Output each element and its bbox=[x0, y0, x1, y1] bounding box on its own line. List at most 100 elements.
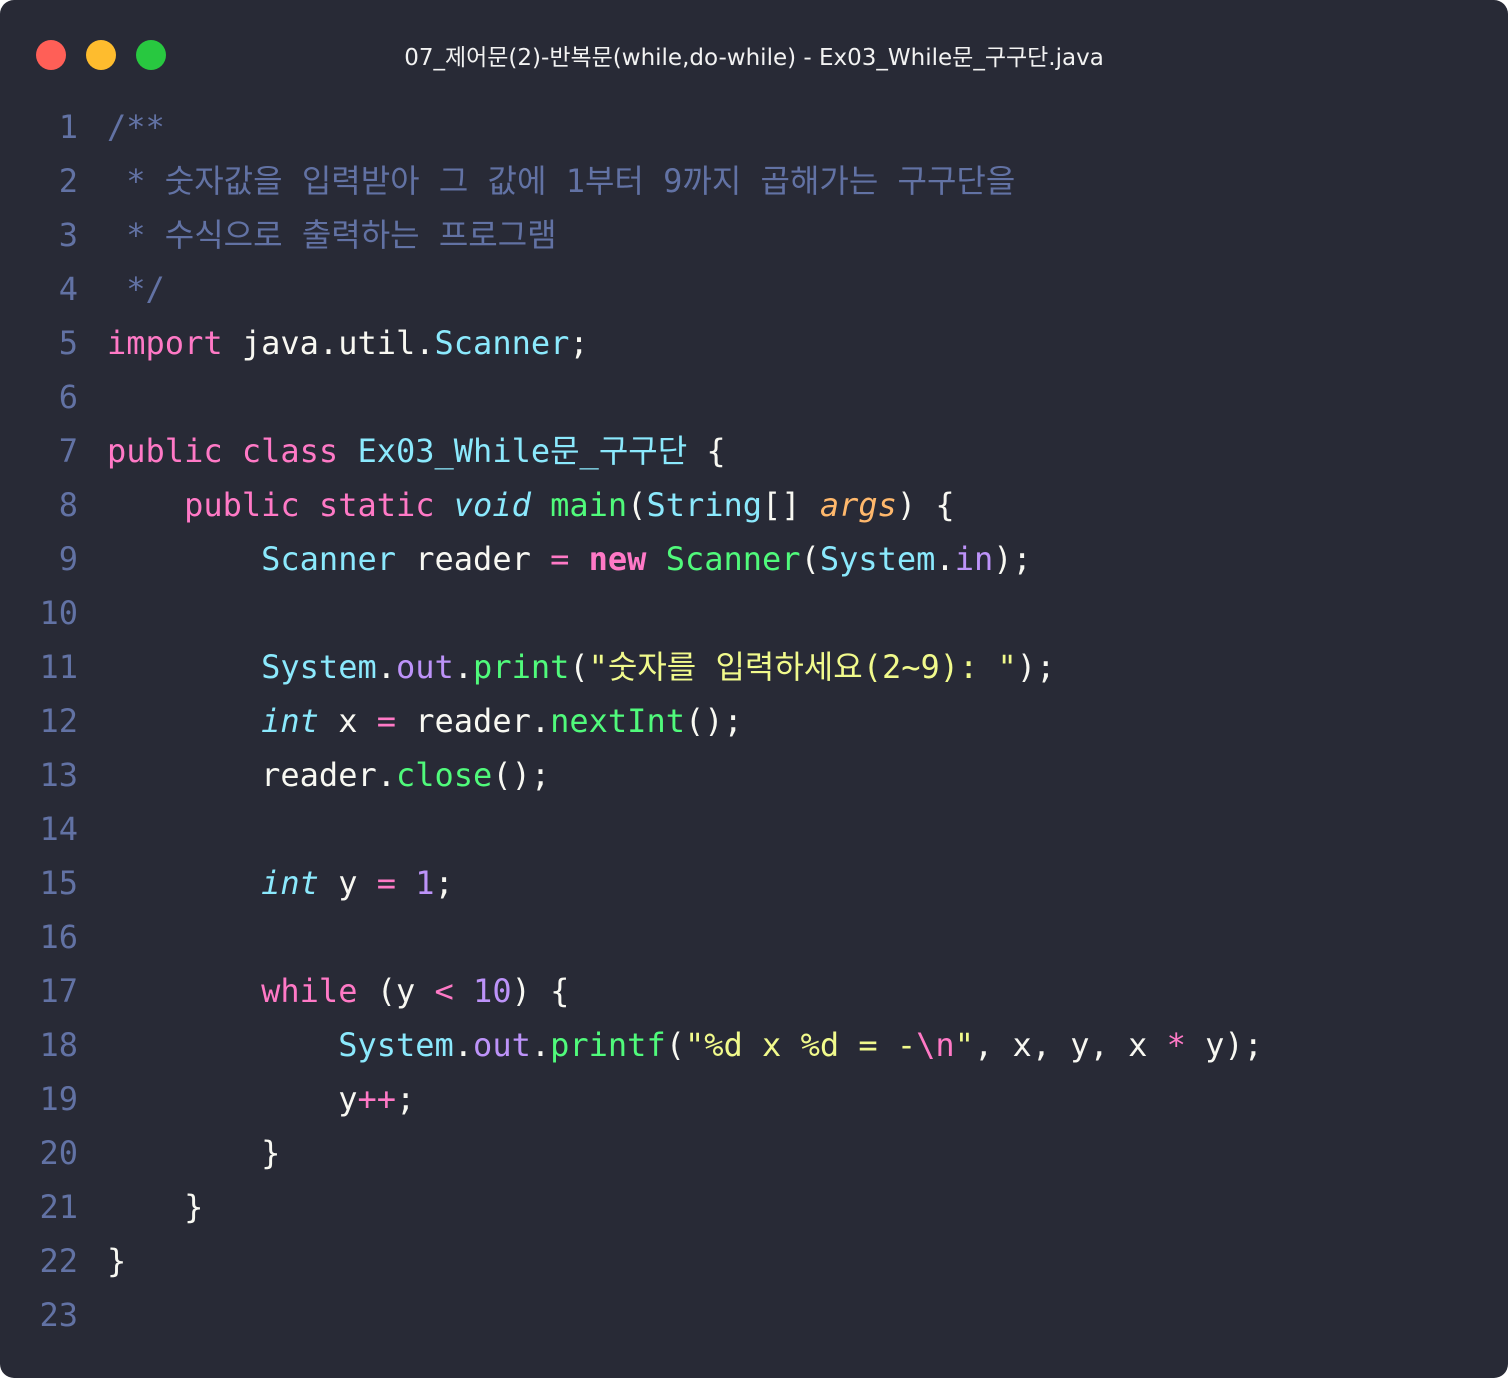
code-token: new bbox=[588, 540, 647, 578]
code-line[interactable]: 14 bbox=[0, 802, 1508, 856]
code-token: Ex03_While문_구구단 bbox=[357, 432, 688, 470]
code-text: */ bbox=[107, 262, 165, 316]
code-line[interactable]: 21 } bbox=[0, 1180, 1508, 1234]
code-token: = bbox=[376, 702, 396, 740]
code-token: void bbox=[453, 486, 531, 524]
line-number: 5 bbox=[58, 324, 78, 362]
code-token: . bbox=[530, 1026, 551, 1064]
line-number: 8 bbox=[58, 486, 78, 524]
code-text: * 숫자값을 입력받아 그 값에 1부터 9까지 곱해가는 구구단을 bbox=[107, 154, 1015, 208]
code-line[interactable]: 23 bbox=[0, 1288, 1508, 1342]
code-line[interactable]: 8 public static void main(String[] args)… bbox=[0, 478, 1508, 532]
code-line[interactable]: 4 */ bbox=[0, 262, 1508, 316]
code-line[interactable]: 9 Scanner reader = new Scanner(System.in… bbox=[0, 532, 1508, 586]
line-number: 6 bbox=[58, 378, 78, 416]
code-text: /** bbox=[107, 100, 165, 154]
code-line[interactable]: 11 System.out.print("숫자를 입력하세요(2~9): "); bbox=[0, 640, 1508, 694]
code-token: reader. bbox=[395, 702, 551, 740]
code-token: System bbox=[819, 540, 936, 578]
code-token: "숫자를 입력하세요(2~9): " bbox=[588, 648, 1017, 686]
code-token: . bbox=[453, 648, 474, 686]
code-text: int y = 1; bbox=[107, 856, 454, 910]
code-text: int x = reader.nextInt(); bbox=[107, 694, 743, 748]
code-line[interactable]: 17 while (y < 10) { bbox=[0, 964, 1508, 1018]
code-token: < bbox=[434, 972, 454, 1010]
code-line[interactable]: 18 System.out.printf("%d x %d = -\n", x,… bbox=[0, 1018, 1508, 1072]
code-token: = bbox=[376, 864, 396, 902]
code-token: java.util. bbox=[222, 324, 435, 362]
code-token: Scanner bbox=[665, 540, 801, 578]
code-token: y); bbox=[1185, 1026, 1263, 1064]
code-token: reader. bbox=[107, 756, 396, 794]
line-number: 2 bbox=[58, 162, 78, 200]
line-number: 18 bbox=[39, 1026, 78, 1064]
code-line[interactable]: 2 * 숫자값을 입력받아 그 값에 1부터 9까지 곱해가는 구구단을 bbox=[0, 154, 1508, 208]
code-line[interactable]: 6 bbox=[0, 370, 1508, 424]
code-line[interactable]: 16 bbox=[0, 910, 1508, 964]
code-token: * 숫자값을 입력받아 그 값에 1부터 9까지 곱해가는 구구단을 bbox=[107, 162, 1016, 200]
code-token: nextInt bbox=[550, 702, 685, 740]
code-token: y bbox=[107, 1080, 358, 1118]
code-line[interactable]: 15 int y = 1; bbox=[0, 856, 1508, 910]
code-token: ++ bbox=[357, 1080, 396, 1118]
code-token: class bbox=[241, 432, 339, 470]
code-token: ); bbox=[993, 540, 1032, 578]
code-token: print bbox=[473, 648, 570, 686]
code-line[interactable]: 22} bbox=[0, 1234, 1508, 1288]
code-token: { bbox=[687, 432, 726, 470]
code-text: System.out.printf("%d x %d = -\n", x, y,… bbox=[107, 1018, 1263, 1072]
code-line[interactable]: 20 } bbox=[0, 1126, 1508, 1180]
code-token: ; bbox=[569, 324, 589, 362]
code-line[interactable]: 19 y++; bbox=[0, 1072, 1508, 1126]
code-line[interactable]: 1 /** bbox=[0, 100, 1508, 154]
code-token: . bbox=[453, 1026, 474, 1064]
code-token: System bbox=[261, 648, 377, 686]
code-token: * bbox=[1166, 1026, 1186, 1064]
code-token: args bbox=[819, 486, 897, 524]
code-text: import java.util.Scanner; bbox=[107, 316, 589, 370]
code-token: close bbox=[395, 756, 493, 794]
code-token: 1 bbox=[415, 864, 435, 902]
line-number: 20 bbox=[39, 1134, 78, 1172]
code-token: int bbox=[261, 702, 319, 740]
code-line[interactable]: 3 * 수식으로 출력하는 프로그램 bbox=[0, 208, 1508, 262]
code-token: , x, y, x bbox=[973, 1026, 1167, 1064]
code-token: x bbox=[318, 702, 377, 740]
code-line[interactable]: 7 public class Ex03_While문_구구단 { bbox=[0, 424, 1508, 478]
code-token: ( bbox=[627, 486, 647, 524]
code-line[interactable]: 13 reader.close(); bbox=[0, 748, 1508, 802]
code-token: ( bbox=[800, 540, 820, 578]
code-token: /** bbox=[107, 108, 165, 146]
line-number: 3 bbox=[58, 216, 78, 254]
code-line[interactable]: 10 bbox=[0, 586, 1508, 640]
code-line[interactable]: 5 import java.util.Scanner; bbox=[0, 316, 1508, 370]
code-text: public static void main(String[] args) { bbox=[107, 478, 955, 532]
line-number: 15 bbox=[39, 864, 78, 902]
code-editor[interactable]: 1 /** 2 * 숫자값을 입력받아 그 값에 1부터 9까지 곱해가는 구구단을… bbox=[0, 100, 1508, 1342]
code-text: } bbox=[107, 1180, 203, 1234]
code-token: out bbox=[395, 648, 454, 686]
code-window: 07_제어문(2)-반복문(while,do-while) - Ex03_Whi… bbox=[0, 0, 1508, 1378]
code-token: ; bbox=[434, 864, 454, 902]
code-token: while bbox=[261, 972, 358, 1010]
line-number: 16 bbox=[39, 918, 78, 956]
code-text: * 수식으로 출력하는 프로그램 bbox=[107, 208, 556, 262]
code-line[interactable]: 12 int x = reader.nextInt(); bbox=[0, 694, 1508, 748]
code-token: ( bbox=[665, 1026, 685, 1064]
code-token: printf bbox=[550, 1026, 666, 1064]
code-token: Scanner bbox=[434, 324, 570, 362]
code-token: "%d x %d = - bbox=[684, 1026, 917, 1064]
line-number: 22 bbox=[39, 1242, 78, 1280]
line-number: 13 bbox=[39, 756, 78, 794]
line-number: 9 bbox=[58, 540, 78, 578]
code-token: main bbox=[550, 486, 628, 524]
